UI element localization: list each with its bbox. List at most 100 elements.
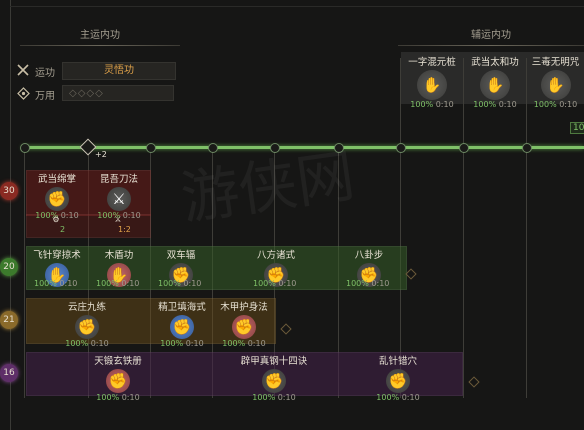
- skill-stat: 100% 0:10: [58, 339, 116, 348]
- skill-pct: 100%: [65, 339, 89, 348]
- aux-skill[interactable]: 一字混元桩 ✋ 100% 0:10: [402, 54, 462, 109]
- aux-panel: 辅运内功: [398, 26, 584, 46]
- grid-line: [463, 58, 464, 398]
- skill-level: 0:10: [371, 279, 390, 288]
- skill-stat: 100% 0:10: [96, 279, 139, 288]
- skill-name: 武当绵掌: [37, 174, 76, 185]
- main-panel: 主运内功: [20, 26, 180, 46]
- palm-strike-icon: ✊: [45, 187, 69, 211]
- track-node: [522, 143, 532, 153]
- main-row-label-yungong: 运功: [35, 68, 55, 79]
- skill-name: 乱针错穴: [378, 356, 417, 367]
- skill-name: 八卦步: [354, 250, 384, 261]
- skill-pct: 100%: [158, 279, 181, 288]
- sub-value: 2: [60, 225, 66, 234]
- skill-wudang-mianzhang[interactable]: 武当绵掌 ✊ 100% 0:10: [28, 171, 86, 220]
- skill-name: 八方诸式: [256, 250, 295, 261]
- tier-badge: 30: [0, 182, 18, 200]
- saber-icon: ⚔: [107, 187, 131, 211]
- skill-stat: 100% 0:10: [88, 393, 148, 402]
- skill-name: 飞针穿掠术: [33, 250, 81, 261]
- tier-badge: 16: [0, 364, 18, 382]
- skill-mujia[interactable]: 木甲护身法 ✊ 100% 0:10: [214, 299, 274, 348]
- skill-pct: 100%: [533, 100, 557, 109]
- skill-name: 三毒无明咒: [531, 57, 580, 68]
- yungong-slot[interactable]: 灵悟功: [62, 62, 176, 80]
- skill-kunwu-daofa[interactable]: 昆吾刀法 ⚔ 100% 0:10: [90, 171, 148, 220]
- skill-pct: 100%: [252, 393, 276, 402]
- aux-skill[interactable]: 三毒无明咒 ✋ 100% 0:10: [527, 54, 584, 109]
- grid-line: [400, 58, 401, 398]
- main-row-label-wanyong: 万用: [35, 91, 55, 102]
- martial-pose-icon: ✊: [75, 315, 99, 339]
- skill-pct: 100%: [96, 393, 120, 402]
- skill-stat: 100% 0:10: [158, 279, 201, 288]
- skill-name: 武当太和功: [471, 57, 519, 68]
- skill-pct: 100%: [473, 100, 497, 109]
- skill-stat: 100% 0:10: [253, 279, 296, 288]
- skill-name: 昆吾刀法: [99, 174, 138, 185]
- grid-line: [526, 58, 527, 398]
- track-marker[interactable]: [79, 138, 97, 156]
- top-frame: [10, 0, 584, 7]
- gear-icon: ⚙: [52, 215, 60, 224]
- skill-level: 0:10: [559, 100, 578, 109]
- fist-blue-icon: ✊: [170, 315, 194, 339]
- guard-red-icon: ✊: [232, 315, 256, 339]
- martial-pose-icon: ✊: [262, 369, 286, 393]
- compass-icon: [17, 85, 30, 104]
- skill-stat: 100% 0:10: [368, 393, 428, 402]
- wanyong-slot[interactable]: ◇◇◇◇: [62, 85, 174, 101]
- skill-stat: 100% 0:10: [346, 279, 389, 288]
- tier-badge: 20: [0, 258, 18, 276]
- skill-tianluo[interactable]: 天锻玄铁册 ✊ 100% 0:10: [88, 353, 148, 402]
- skill-level: 0:10: [498, 100, 517, 109]
- skill-jingwei[interactable]: 精卫填海式 ✊ 100% 0:10: [152, 299, 212, 348]
- skill-name: 天锻玄铁册: [94, 356, 142, 367]
- diamond-marker: [405, 268, 417, 280]
- skill-stat: 100% 0:10: [214, 339, 274, 348]
- skill-pct: 100%: [96, 279, 119, 288]
- skill-level: 0:10: [121, 393, 140, 402]
- grid-line: [24, 148, 25, 398]
- skill-bijia[interactable]: 辟甲真钢十四诀 ✊ 100% 0:10: [238, 353, 310, 402]
- martial-pose-icon: ✋: [480, 70, 510, 100]
- skill-name: 双车辐: [166, 250, 196, 261]
- skill-stat: 100% 0:10: [238, 393, 310, 402]
- skill-level: 0:10: [121, 279, 140, 288]
- skill-stat: 100% 0:10: [465, 100, 525, 109]
- martial-pose-icon: ✊: [386, 369, 410, 393]
- skill-yunzhuang[interactable]: 云庄九练 ✊ 100% 0:10: [58, 299, 116, 348]
- skill-pct: 100%: [34, 279, 57, 288]
- main-panel-divider: [20, 45, 180, 46]
- sub-value: 1:2: [118, 225, 131, 234]
- skill-level: 0:10: [277, 393, 296, 402]
- skill-pct: 100%: [410, 100, 434, 109]
- skill-pct: 100%: [253, 279, 276, 288]
- skill-level: 0:10: [90, 339, 109, 348]
- swords-icon: ⚔: [114, 215, 122, 224]
- skill-level: 0:10: [185, 339, 204, 348]
- aux-skill[interactable]: 武当太和功 ✋ 100% 0:10: [465, 54, 525, 109]
- skill-name: 精卫填海式: [158, 302, 206, 313]
- diamond-marker: [280, 323, 292, 335]
- skill-pct: 100%: [222, 339, 246, 348]
- skill-name: 云庄九练: [67, 302, 106, 313]
- wanyong-value: ◇◇◇◇: [69, 88, 104, 99]
- skill-pct: 100%: [346, 279, 369, 288]
- watermark: 游侠网: [176, 141, 359, 233]
- skill-level: 0:10: [247, 339, 266, 348]
- track-node: [20, 143, 30, 153]
- skill-level: 0:10: [59, 279, 78, 288]
- skill-name: 一字混元桩: [408, 57, 456, 68]
- skill-name: 木甲护身法: [220, 302, 268, 313]
- skill-luanzhen[interactable]: 乱针错穴 ✊ 100% 0:10: [368, 353, 428, 402]
- diamond-marker: [468, 376, 480, 388]
- skill-level: 0:10: [401, 393, 420, 402]
- crossed-swords-icon: [16, 62, 30, 81]
- skill-stat: 100% 0:10: [34, 279, 77, 288]
- skill-level: 0:10: [278, 279, 297, 288]
- tier-badge: 21: [0, 311, 18, 329]
- track-node: [146, 143, 156, 153]
- aux-panel-title: 辅运内功: [471, 30, 511, 41]
